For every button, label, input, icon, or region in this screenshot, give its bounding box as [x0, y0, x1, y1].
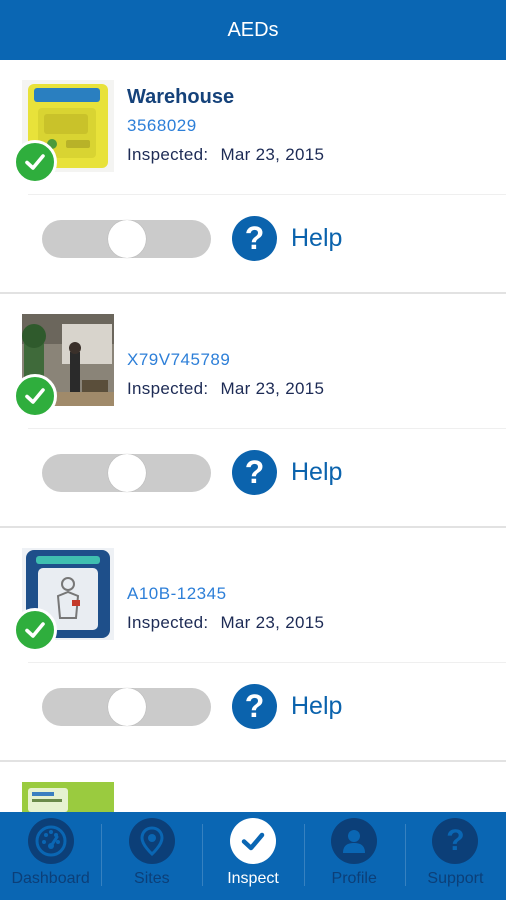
location-pin-icon	[128, 818, 175, 864]
help-label: Help	[291, 457, 343, 486]
help-icon: ?	[232, 683, 277, 729]
aed-thumbnail[interactable]	[13, 80, 114, 184]
tab-dashboard[interactable]: Dashboard	[0, 812, 101, 900]
inspected-check-icon	[13, 374, 57, 418]
bottom-tab-bar: Dashboard Sites Inspect Profile ? Suppor…	[0, 812, 506, 900]
help-button[interactable]: ? Help	[232, 215, 342, 261]
help-icon: ?	[232, 449, 277, 495]
help-label: Help	[291, 691, 343, 720]
aed-card: X79V745789 Inspected: Mar 23, 2015 ? Help	[0, 294, 506, 528]
tab-sites[interactable]: Sites	[101, 812, 202, 900]
tab-label: Profile	[331, 870, 377, 887]
inspected-row: Inspected: Mar 23, 2015	[127, 142, 487, 168]
aed-name	[127, 552, 487, 578]
aed-serial[interactable]: X79V745789	[127, 347, 487, 373]
card-divider	[28, 662, 506, 663]
inspected-check-icon	[13, 140, 57, 184]
inspected-date: Mar 23, 2015	[220, 379, 325, 398]
inspect-toggle[interactable]	[42, 220, 211, 258]
page-title: AEDs	[227, 18, 279, 41]
help-label: Help	[291, 223, 343, 252]
inspected-date: Mar 23, 2015	[220, 613, 325, 632]
aed-info: A10B-12345 Inspected: Mar 23, 2015	[127, 552, 487, 636]
inspected-label: Inspected:	[127, 613, 209, 632]
aed-card-partial	[0, 762, 506, 812]
inspect-toggle[interactable]	[42, 688, 211, 726]
aed-thumbnail[interactable]	[13, 548, 114, 652]
aed-info: Warehouse 3568029 Inspected: Mar 23, 2015	[127, 84, 487, 168]
toggle-knob[interactable]	[108, 688, 146, 726]
help-icon: ?	[232, 215, 277, 261]
tab-label: Inspect	[227, 870, 279, 887]
toggle-knob[interactable]	[108, 220, 146, 258]
help-button[interactable]: ? Help	[232, 449, 342, 495]
tab-profile[interactable]: Profile	[303, 812, 405, 900]
aed-card: A10B-12345 Inspected: Mar 23, 2015 ? Help	[0, 528, 506, 762]
aed-name	[127, 318, 487, 344]
person-icon	[331, 818, 378, 864]
aed-info: X79V745789 Inspected: Mar 23, 2015	[127, 318, 487, 402]
tab-inspect[interactable]: Inspect	[202, 812, 303, 900]
inspect-toggle[interactable]	[42, 454, 211, 492]
inspected-label: Inspected:	[127, 145, 209, 164]
question-icon: ?	[432, 818, 479, 864]
inspected-date: Mar 23, 2015	[220, 145, 325, 164]
app-header: AEDs	[0, 0, 506, 60]
aed-name: Warehouse	[127, 86, 235, 108]
toggle-knob[interactable]	[108, 454, 146, 492]
dashboard-icon	[27, 818, 74, 864]
tab-label: Sites	[134, 870, 170, 887]
aed-serial[interactable]: 3568029	[127, 113, 487, 139]
tab-label: Dashboard	[11, 870, 90, 887]
aed-serial[interactable]: A10B-12345	[127, 581, 487, 607]
card-divider	[28, 194, 506, 195]
aed-thumbnail[interactable]	[13, 314, 114, 418]
card-divider	[28, 428, 506, 429]
inspected-label: Inspected:	[127, 379, 209, 398]
aed-photo[interactable]	[22, 782, 114, 812]
tab-support[interactable]: ? Support	[404, 812, 506, 900]
inspected-check-icon	[13, 608, 57, 652]
help-button[interactable]: ? Help	[232, 683, 342, 729]
tab-label: Support	[427, 870, 484, 887]
inspected-row: Inspected: Mar 23, 2015	[127, 376, 487, 402]
checkmark-icon	[230, 818, 276, 864]
aed-card: Warehouse 3568029 Inspected: Mar 23, 2015…	[0, 60, 506, 294]
inspected-row: Inspected: Mar 23, 2015	[127, 610, 487, 636]
aed-list[interactable]: Warehouse 3568029 Inspected: Mar 23, 2015…	[0, 60, 506, 812]
